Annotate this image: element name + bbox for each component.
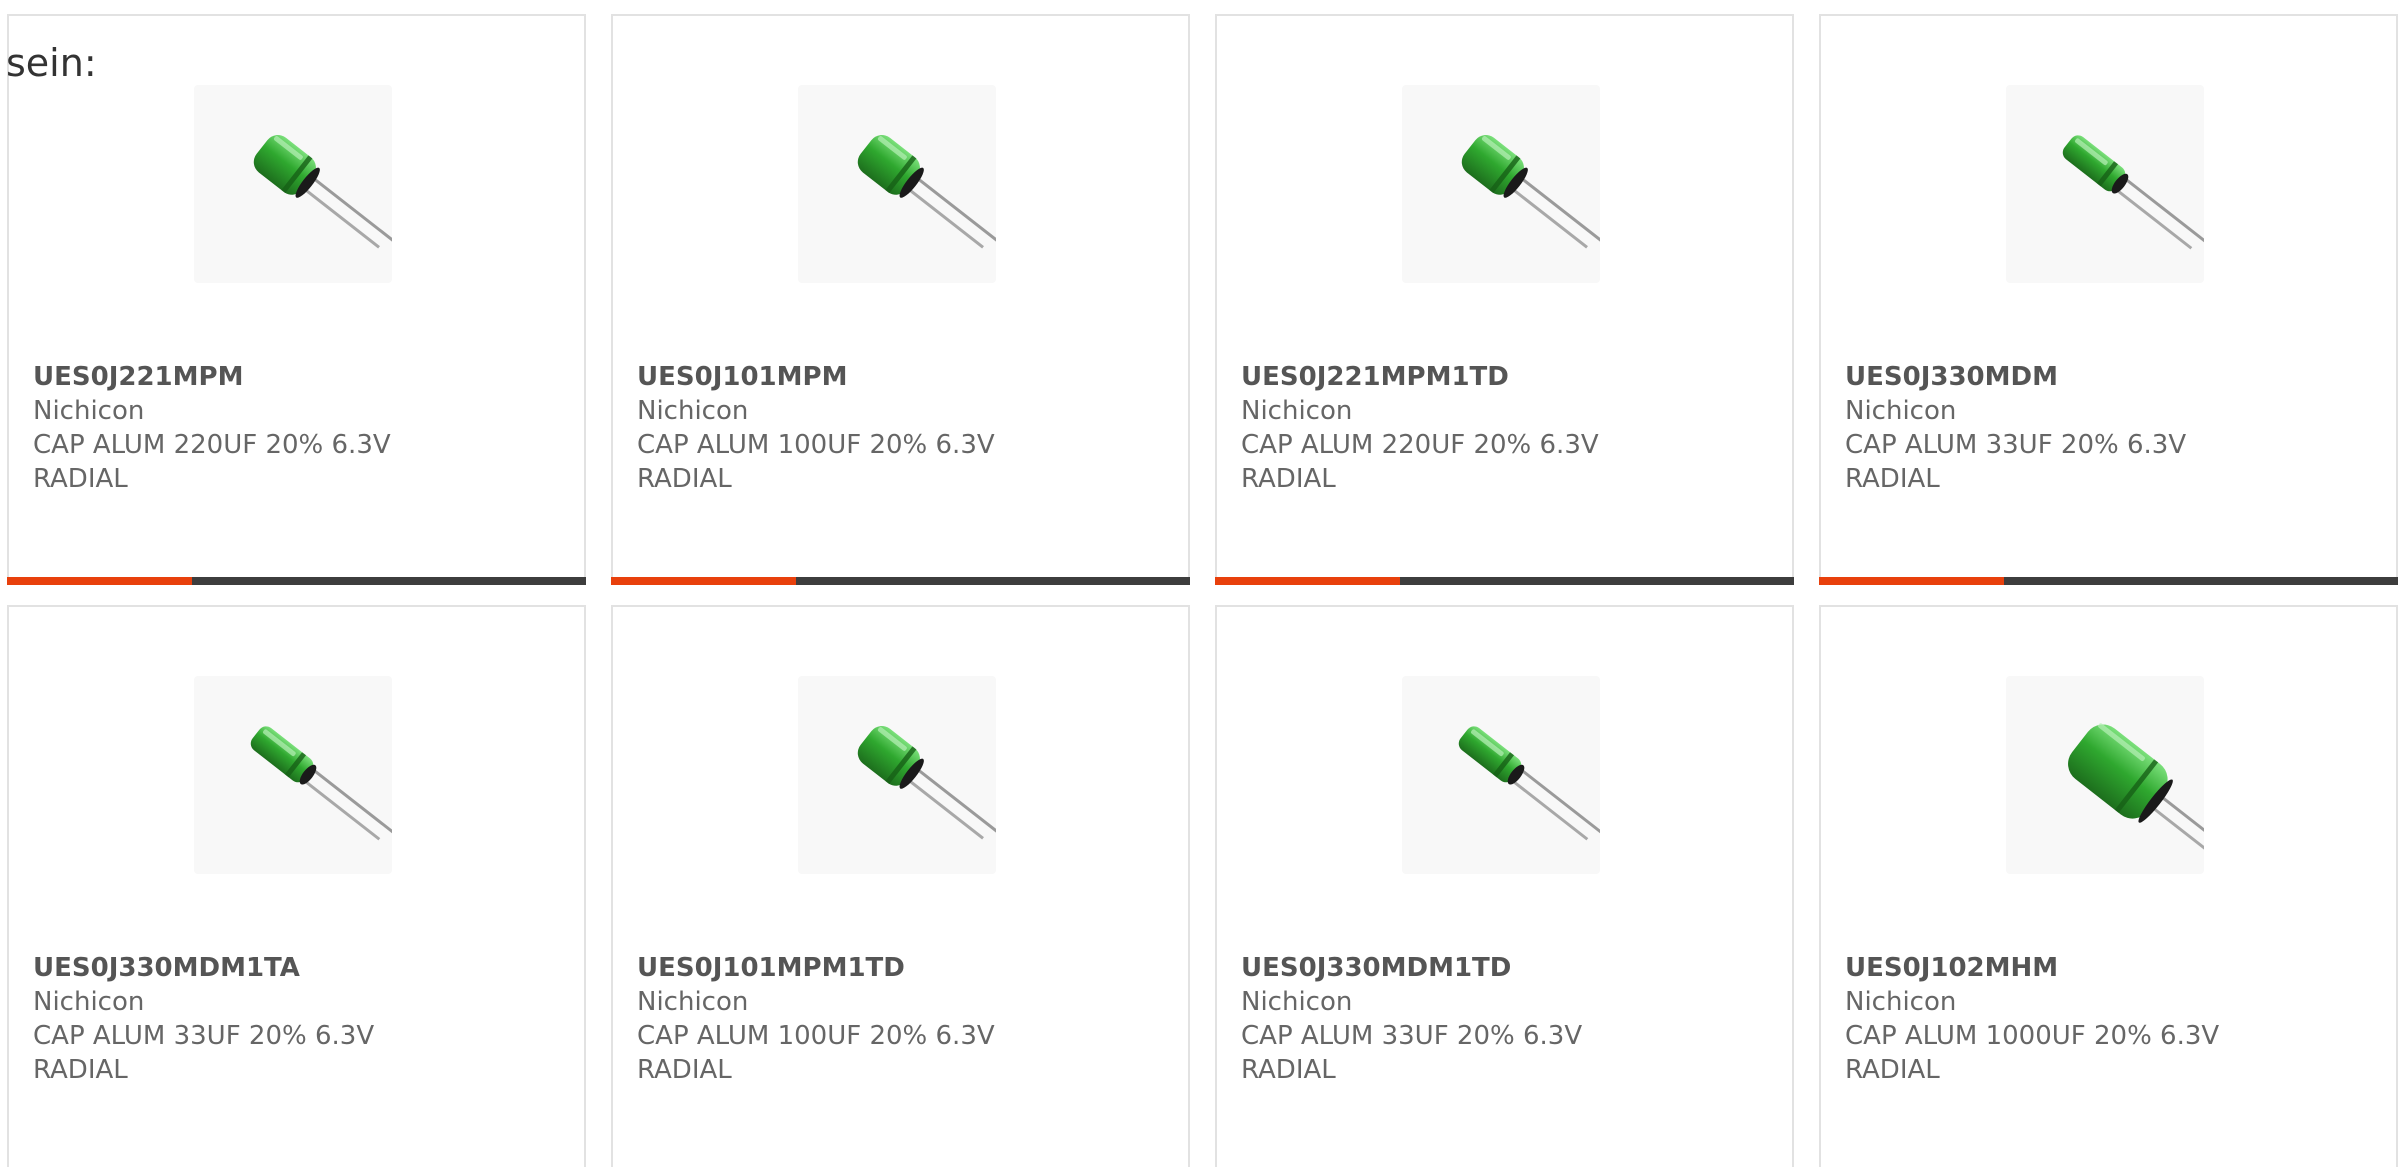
capacitor-image[interactable]	[1402, 85, 1600, 283]
manufacturer: Nichicon	[637, 987, 749, 1017]
part-number[interactable]: UES0J102MHM	[1845, 951, 2372, 985]
description: CAP ALUM 33UF 20% 6.3V RADIAL	[1845, 430, 2187, 494]
capacitor-image[interactable]	[194, 676, 392, 874]
manufacturer: Nichicon	[33, 396, 145, 426]
progress-fill	[1819, 577, 2005, 585]
manufacturer: Nichicon	[1845, 396, 1957, 426]
product-info: UES0J102MHM Nichicon CAP ALUM 1000UF 20%…	[1845, 951, 2372, 1087]
manufacturer: Nichicon	[1845, 987, 1957, 1017]
progress-fill	[611, 577, 797, 585]
part-number[interactable]: UES0J101MPM	[637, 360, 1164, 394]
product-info: UES0J330MDM1TA Nichicon CAP ALUM 33UF 20…	[33, 951, 560, 1087]
capacitor-image[interactable]	[798, 676, 996, 874]
progress-bar	[611, 577, 1190, 585]
part-number[interactable]: UES0J330MDM	[1845, 360, 2372, 394]
progress-bar	[1819, 577, 2398, 585]
part-number[interactable]: UES0J101MPM1TD	[637, 951, 1164, 985]
part-number[interactable]: UES0J330MDM1TD	[1241, 951, 1768, 985]
product-card[interactable]: UES0J101MPM1TD Nichicon CAP ALUM 100UF 2…	[611, 605, 1190, 1167]
manufacturer: Nichicon	[33, 987, 145, 1017]
description: CAP ALUM 33UF 20% 6.3V RADIAL	[1241, 1021, 1583, 1085]
description: CAP ALUM 1000UF 20% 6.3V RADIAL	[1845, 1021, 2220, 1085]
progress-bar	[1215, 577, 1794, 585]
intro-text: sein:	[6, 41, 97, 85]
product-card[interactable]: UES0J221MPM1TD Nichicon CAP ALUM 220UF 2…	[1215, 14, 1794, 585]
product-card[interactable]: UES0J330MDM Nichicon CAP ALUM 33UF 20% 6…	[1819, 14, 2398, 585]
manufacturer: Nichicon	[1241, 987, 1353, 1017]
description: CAP ALUM 33UF 20% 6.3V RADIAL	[33, 1021, 375, 1085]
manufacturer: Nichicon	[637, 396, 749, 426]
product-card[interactable]: UES0J330MDM1TD Nichicon CAP ALUM 33UF 20…	[1215, 605, 1794, 1167]
product-info: UES0J330MDM1TD Nichicon CAP ALUM 33UF 20…	[1241, 951, 1768, 1087]
progress-fill	[1215, 577, 1401, 585]
capacitor-image[interactable]	[2006, 85, 2204, 283]
progress-fill	[7, 577, 193, 585]
product-card[interactable]: UES0J102MHM Nichicon CAP ALUM 1000UF 20%…	[1819, 605, 2398, 1167]
part-number[interactable]: UES0J330MDM1TA	[33, 951, 560, 985]
description: CAP ALUM 220UF 20% 6.3V RADIAL	[33, 430, 391, 494]
description: CAP ALUM 100UF 20% 6.3V RADIAL	[637, 1021, 995, 1085]
capacitor-image[interactable]	[194, 85, 392, 283]
product-info: UES0J330MDM Nichicon CAP ALUM 33UF 20% 6…	[1845, 360, 2372, 496]
product-info: UES0J221MPM1TD Nichicon CAP ALUM 220UF 2…	[1241, 360, 1768, 496]
product-info: UES0J221MPM Nichicon CAP ALUM 220UF 20% …	[33, 360, 560, 496]
product-info: UES0J101MPM Nichicon CAP ALUM 100UF 20% …	[637, 360, 1164, 496]
page: sein: UES0J221MPM Nichicon CAP ALUM 220U…	[0, 0, 2400, 1167]
capacitor-image[interactable]	[2006, 676, 2204, 874]
product-info: UES0J101MPM1TD Nichicon CAP ALUM 100UF 2…	[637, 951, 1164, 1087]
part-number[interactable]: UES0J221MPM	[33, 360, 560, 394]
part-number[interactable]: UES0J221MPM1TD	[1241, 360, 1768, 394]
progress-bar	[7, 577, 586, 585]
capacitor-image[interactable]	[1402, 676, 1600, 874]
description: CAP ALUM 220UF 20% 6.3V RADIAL	[1241, 430, 1599, 494]
product-grid: UES0J221MPM Nichicon CAP ALUM 220UF 20% …	[7, 14, 2400, 1167]
description: CAP ALUM 100UF 20% 6.3V RADIAL	[637, 430, 995, 494]
product-card[interactable]: UES0J330MDM1TA Nichicon CAP ALUM 33UF 20…	[7, 605, 586, 1167]
manufacturer: Nichicon	[1241, 396, 1353, 426]
product-card[interactable]: UES0J221MPM Nichicon CAP ALUM 220UF 20% …	[7, 14, 586, 585]
product-card[interactable]: UES0J101MPM Nichicon CAP ALUM 100UF 20% …	[611, 14, 1190, 585]
capacitor-image[interactable]	[798, 85, 996, 283]
